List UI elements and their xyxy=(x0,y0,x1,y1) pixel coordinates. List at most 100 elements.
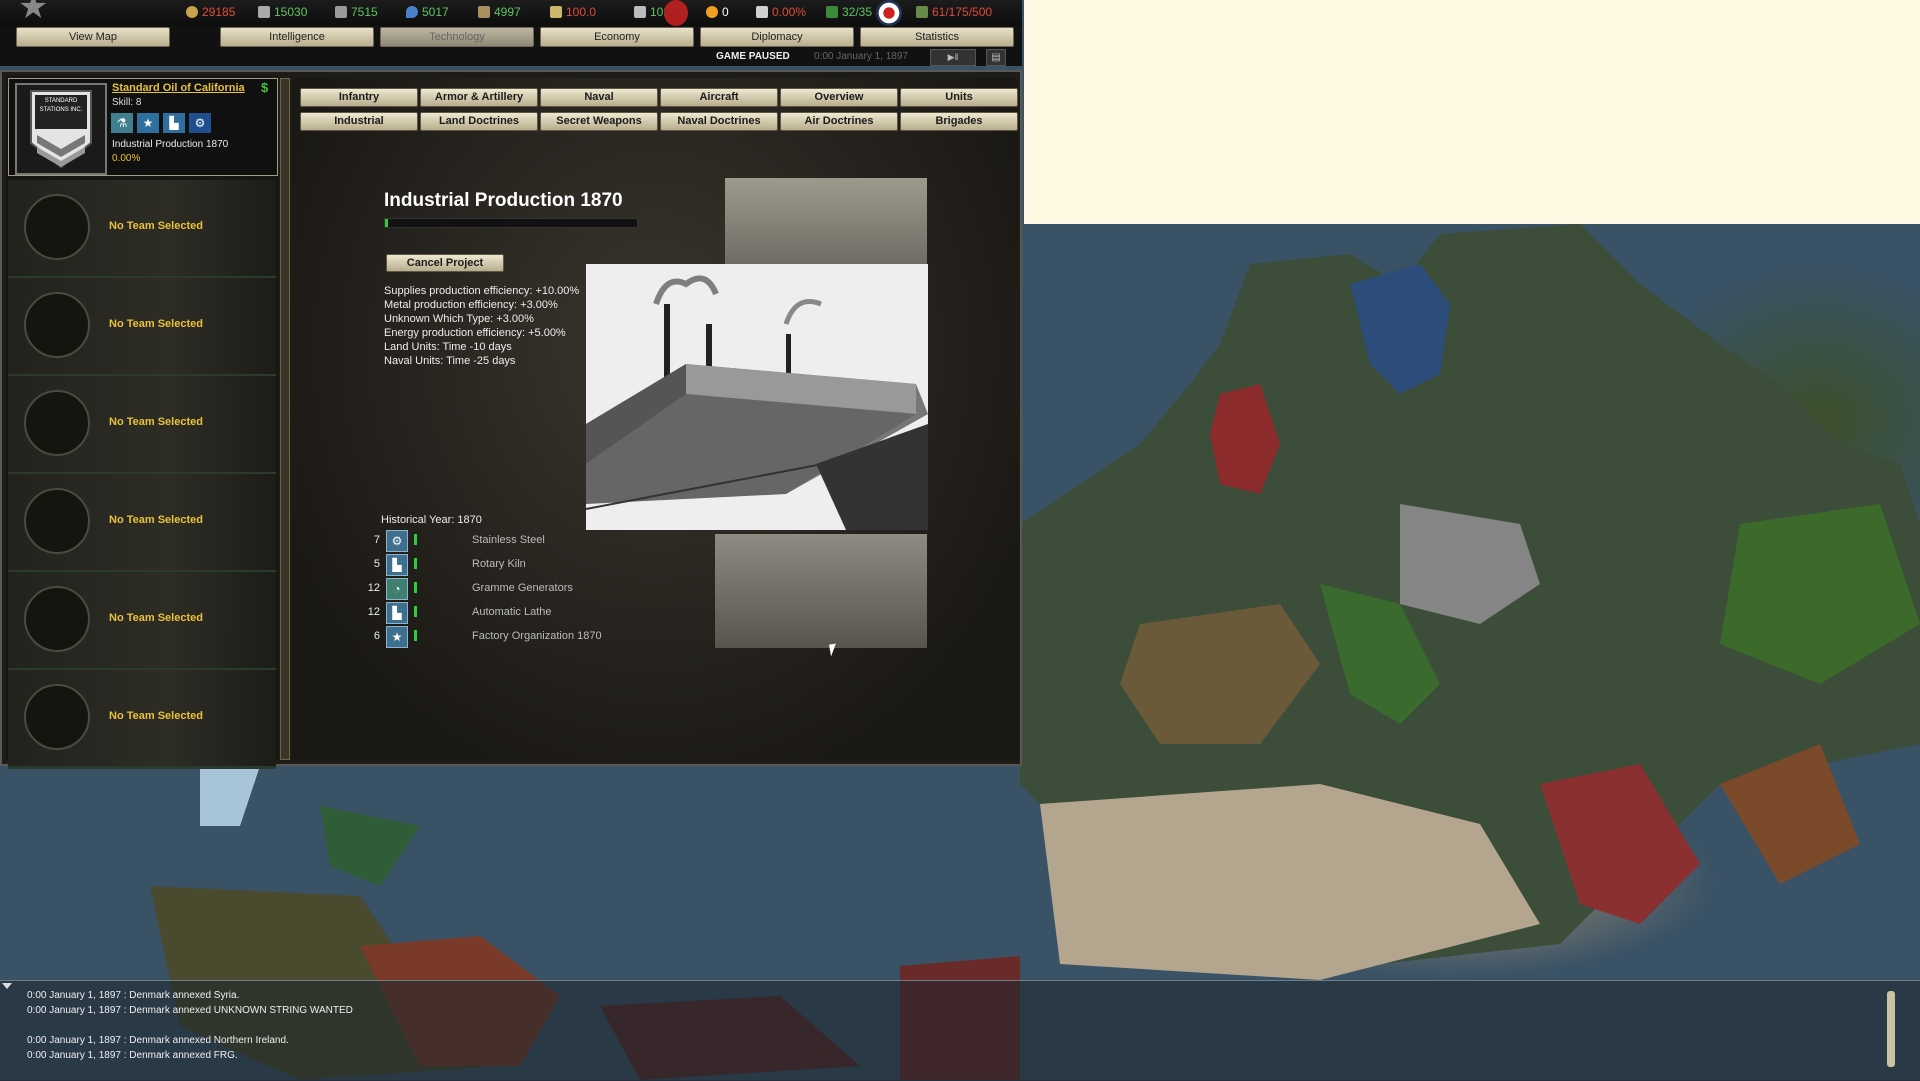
specialty-icons: ⚗ ★ ▙ ⚙ xyxy=(111,113,211,133)
log-entry: 0:00 January 1, 1897 : Denmark annexed F… xyxy=(27,1050,238,1061)
tab-view-map[interactable]: View Map xyxy=(16,27,170,47)
requirement-row[interactable]: 6 ★ Factory Organization 1870 xyxy=(362,626,622,648)
project-progress-fill xyxy=(385,219,388,227)
dissent-icon xyxy=(550,6,562,18)
flame-icon xyxy=(756,6,768,18)
map-land-shapes xyxy=(1020,224,1920,980)
category-overview[interactable]: Overview xyxy=(780,88,898,107)
resource-dissent-pct[interactable]: 0.00% xyxy=(756,5,806,19)
resource-value: 29185 xyxy=(202,5,236,19)
log-entry: 0:00 January 1, 1897 : Denmark annexed U… xyxy=(27,1005,353,1016)
team-slot-label: No Team Selected xyxy=(109,318,203,330)
resource-energy[interactable]: 5017 xyxy=(406,5,449,19)
category-brigades[interactable]: Brigades xyxy=(900,112,1018,131)
requirement-level: 12 xyxy=(367,606,380,618)
metal-icon xyxy=(335,6,347,18)
active-team-card[interactable]: STANDARD STATIONS INC. Standard Oil of C… xyxy=(8,78,278,176)
requirement-progress xyxy=(414,534,417,545)
tab-technology[interactable]: Technology xyxy=(380,27,534,47)
red-flag-decoration xyxy=(664,0,688,26)
resource-metal[interactable]: 7515 xyxy=(335,5,378,19)
resource-officers[interactable]: 32/35 xyxy=(826,5,872,19)
team-skill: Skill: 8 xyxy=(112,97,142,108)
company-emblem: STANDARD STATIONS INC. xyxy=(15,83,107,175)
requirement-label: Gramme Generators xyxy=(472,582,573,594)
resource-dissent[interactable]: 100.0 xyxy=(550,5,596,19)
category-units[interactable]: Units xyxy=(900,88,1018,107)
tab-intelligence[interactable]: Intelligence xyxy=(220,27,374,47)
resource-value: 0.00% xyxy=(772,5,807,19)
team-slot[interactable]: No Team Selected xyxy=(8,376,276,475)
gear-icon: ⚙ xyxy=(386,530,408,552)
team-slot[interactable]: No Team Selected xyxy=(8,180,276,279)
star-icon: ★ xyxy=(386,626,408,648)
tab-economy[interactable]: Economy xyxy=(540,27,694,47)
team-slot-label: No Team Selected xyxy=(109,220,203,232)
category-secret-weapons[interactable]: Secret Weapons xyxy=(540,112,658,131)
empty-team-portrait xyxy=(24,194,90,260)
menu-button[interactable]: ▤ xyxy=(986,49,1006,66)
resource-supplies[interactable]: 15030 xyxy=(258,5,307,19)
requirement-label: Automatic Lathe xyxy=(472,606,552,618)
team-slot[interactable]: No Team Selected xyxy=(8,278,276,377)
category-naval-doctrines[interactable]: Naval Doctrines xyxy=(660,112,778,131)
team-slot-label: No Team Selected xyxy=(109,416,203,428)
resource-value: 0 xyxy=(722,5,729,19)
emblem-text: STANDARD STATIONS INC. xyxy=(39,98,83,113)
category-armor-artillery[interactable]: Armor & Artillery xyxy=(420,88,538,107)
resource-value: 15030 xyxy=(274,5,308,19)
requirement-label: Stainless Steel xyxy=(472,534,545,546)
project-title: Industrial Production 1870 xyxy=(384,190,623,211)
research-teams-panel: STANDARD STATIONS INC. Standard Oil of C… xyxy=(6,76,278,769)
factory-drawing xyxy=(586,264,928,530)
tab-statistics[interactable]: Statistics xyxy=(860,27,1014,47)
empty-team-portrait xyxy=(24,684,90,750)
tab-diplomacy[interactable]: Diplomacy xyxy=(700,27,854,47)
effect-line: Land Units: Time -10 days xyxy=(384,341,512,353)
category-aircraft[interactable]: Aircraft xyxy=(660,88,778,107)
requirement-row[interactable]: 5 ▙ Rotary Kiln xyxy=(362,554,622,576)
requirement-progress xyxy=(414,606,417,617)
category-air-doctrines[interactable]: Air Doctrines xyxy=(780,112,898,131)
effect-line: Supplies production efficiency: +10.00% xyxy=(384,285,580,297)
resource-money[interactable]: 29185 xyxy=(186,5,235,19)
requirement-row[interactable]: 7 ⚙ Stainless Steel xyxy=(362,530,622,552)
nuke-icon xyxy=(706,6,718,18)
main-tabs: View Map Intelligence Technology Economy… xyxy=(0,26,1022,48)
coin-icon xyxy=(186,6,198,18)
top-star-icon: ★ xyxy=(18,0,49,26)
empty-team-portrait xyxy=(24,292,90,358)
log-collapse-icon[interactable] xyxy=(2,983,12,989)
teams-scrollbar[interactable] xyxy=(280,78,290,760)
team-slot[interactable]: No Team Selected xyxy=(8,474,276,573)
team-slot[interactable]: No Team Selected xyxy=(8,670,276,769)
requirement-label: Rotary Kiln xyxy=(472,558,526,570)
resource-manpower[interactable]: 61/175/500 xyxy=(916,5,992,19)
effect-line: Unknown Which Type: +3.00% xyxy=(384,313,534,325)
team-slot[interactable]: No Team Selected xyxy=(8,572,276,671)
resource-value: 4997 xyxy=(494,5,521,19)
requirement-level: 7 xyxy=(373,534,380,546)
current-progress: 0.00% xyxy=(112,153,141,164)
category-industrial[interactable]: Industrial xyxy=(300,112,418,131)
resource-value: 7515 xyxy=(351,5,378,19)
category-land-doctrines[interactable]: Land Doctrines xyxy=(420,112,538,131)
resource-nukes[interactable]: 0 xyxy=(706,5,729,19)
team-slot-label: No Team Selected xyxy=(109,710,203,722)
requirement-level: 6 xyxy=(373,630,380,642)
gears-icon: ⚙ xyxy=(189,113,211,133)
cancel-project-button[interactable]: Cancel Project xyxy=(386,254,504,272)
team-slot-label: No Team Selected xyxy=(109,514,203,526)
map-unrendered-area xyxy=(1024,0,1920,224)
play-pause-button[interactable]: ▶‖ xyxy=(930,49,976,66)
category-infantry[interactable]: Infantry xyxy=(300,88,418,107)
resource-rare-materials[interactable]: 4997 xyxy=(478,5,521,19)
effect-line: Metal production efficiency: +3.00% xyxy=(384,299,558,311)
log-scrollbar[interactable] xyxy=(1887,991,1895,1067)
requirement-row[interactable]: 12 ◔ Gramme Generators xyxy=(362,578,622,600)
current-project: Industrial Production 1870 xyxy=(112,139,229,150)
category-naval[interactable]: Naval xyxy=(540,88,658,107)
resource-value: 61/175/500 xyxy=(932,5,993,19)
technology-window: STANDARD STATIONS INC. Standard Oil of C… xyxy=(0,70,1022,769)
requirement-row[interactable]: 12 ▙ Automatic Lathe xyxy=(362,602,622,624)
